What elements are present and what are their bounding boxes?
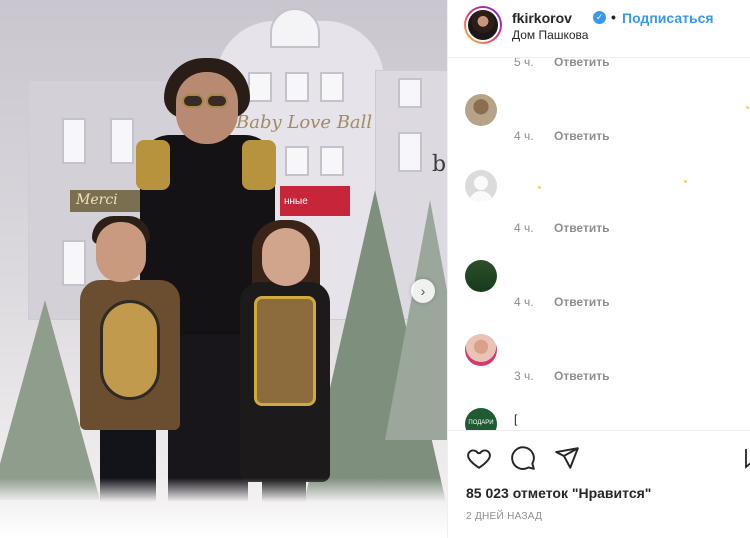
boy-figure-head [96, 222, 146, 282]
backdrop-window [398, 78, 422, 108]
location-link[interactable]: Дом Пашкова [512, 28, 588, 42]
post-photo[interactable]: Baby Love Ball Merci нные b › [0, 0, 447, 538]
boy-shirt-print [100, 300, 160, 400]
reply-button[interactable]: Ответить [554, 295, 609, 309]
comment-time: 4 ч. [514, 295, 534, 309]
post-side-panel: fkirkorov ✓ • Подписаться Дом Пашкова 5 … [447, 0, 750, 538]
backdrop-window [320, 72, 344, 102]
sunglasses [182, 94, 232, 108]
girl-dress-print [254, 296, 316, 406]
gold-embroidery [242, 140, 276, 190]
reply-button[interactable]: Ответить [554, 58, 609, 69]
comment-text: [ [514, 412, 518, 426]
sign-merci: Merci [70, 190, 140, 212]
username-link[interactable]: fkirkorov [512, 10, 572, 26]
post-date[interactable]: 2 ДНЕЙ НАЗАД [466, 511, 542, 522]
commenter-default-avatar[interactable] [465, 170, 497, 202]
comment-icon[interactable] [510, 445, 536, 471]
verified-badge-icon: ✓ [593, 11, 606, 24]
bookmark-icon[interactable] [744, 445, 750, 471]
post-actions-bar: 85 023 отметок "Нравится" 2 ДНЕЙ НАЗАД [448, 430, 750, 538]
commenter-avatar[interactable] [465, 94, 497, 126]
backdrop-arch-window [270, 8, 320, 48]
backdrop-window [248, 72, 272, 102]
backdrop-window [62, 240, 86, 286]
comment-time: 3 ч. [514, 369, 534, 383]
snowy-tree [385, 200, 447, 440]
comment-time: 4 ч. [514, 129, 534, 143]
chevron-right-icon: › [420, 283, 426, 299]
emoji-fragment [746, 106, 749, 109]
reply-button[interactable]: Ответить [554, 369, 609, 383]
sign-brand-letter: b [432, 152, 447, 177]
follow-button[interactable]: Подписаться [622, 10, 714, 26]
comments-list[interactable]: 5 ч. Ответить 4 ч. Ответить 4 ч. Ответит… [448, 58, 750, 430]
backdrop-window [285, 146, 309, 176]
backdrop-window [62, 118, 86, 164]
commenter-avatar[interactable]: ПОДАРИ [465, 408, 497, 430]
commenter-avatar[interactable] [465, 334, 497, 366]
reply-button[interactable]: Ответить [554, 221, 609, 235]
sign-baby-love-ball: Baby Love Ball [236, 112, 373, 133]
separator-dot: • [611, 9, 616, 25]
backdrop-window [285, 72, 309, 102]
comment-time: 5 ч. [514, 58, 534, 69]
profile-avatar[interactable] [464, 6, 502, 44]
gold-embroidery [136, 140, 170, 190]
snow-ground [0, 478, 447, 538]
likes-count[interactable]: 85 023 отметок "Нравится" [466, 485, 651, 501]
share-icon[interactable] [554, 445, 580, 471]
backdrop-window [320, 146, 344, 176]
backdrop-window [110, 118, 134, 164]
post-header: fkirkorov ✓ • Подписаться Дом Пашкова [448, 0, 750, 58]
girl-figure-head [262, 228, 310, 286]
reply-button[interactable]: Ответить [554, 129, 609, 143]
commenter-avatar[interactable] [465, 260, 497, 292]
comment-time: 4 ч. [514, 221, 534, 235]
emoji-fragment [684, 180, 687, 183]
backdrop-window [398, 132, 422, 172]
emoji-fragment [538, 186, 541, 189]
heart-icon[interactable] [466, 445, 492, 471]
next-photo-button[interactable]: › [411, 279, 435, 303]
